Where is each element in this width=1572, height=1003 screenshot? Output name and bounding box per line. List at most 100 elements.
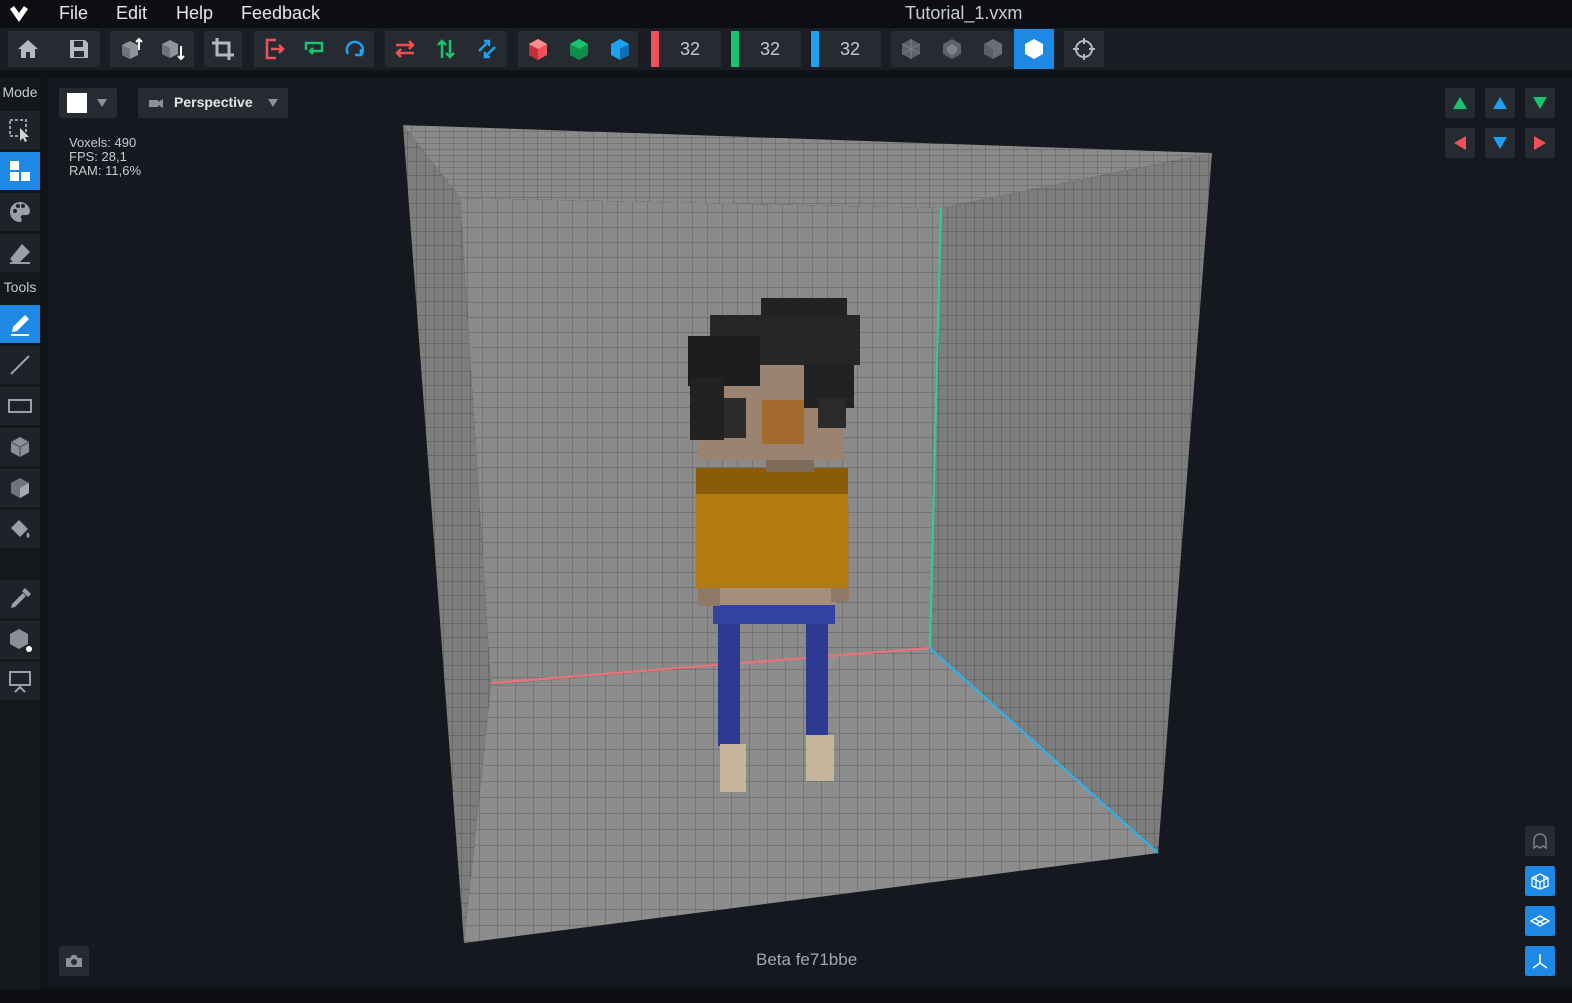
line-icon bbox=[10, 355, 30, 375]
presentation-tool-button[interactable] bbox=[0, 662, 40, 700]
voxel-scene bbox=[403, 125, 1212, 943]
flip-z-button[interactable] bbox=[469, 31, 505, 67]
hex-outline-icon bbox=[943, 39, 961, 59]
center-view-button[interactable] bbox=[1066, 31, 1102, 67]
rotate-left-button[interactable] bbox=[1445, 128, 1475, 158]
paint-mode-button[interactable] bbox=[0, 193, 40, 231]
rotate-up-green-button[interactable] bbox=[1445, 88, 1475, 118]
loop-green-icon bbox=[304, 41, 324, 55]
face-tool-button[interactable] bbox=[0, 469, 40, 507]
fps-readout: FPS: 28,1 bbox=[69, 149, 127, 164]
box-tool-button[interactable] bbox=[0, 428, 40, 466]
3d-viewport[interactable]: Perspective Voxels: 490 FPS: 28,1 RAM: 1… bbox=[48, 78, 1572, 988]
mirror-x-button[interactable] bbox=[256, 31, 292, 67]
voxel-blocks-icon bbox=[10, 161, 30, 181]
select-mode-button[interactable] bbox=[0, 111, 40, 149]
loop-button[interactable] bbox=[296, 31, 332, 67]
rotate-down-blue-button[interactable] bbox=[1485, 128, 1515, 158]
floor-toggle-button[interactable] bbox=[1525, 906, 1555, 936]
view-x-button[interactable] bbox=[520, 31, 556, 67]
save-button[interactable] bbox=[61, 31, 97, 67]
axes-toggle-button[interactable] bbox=[1525, 946, 1555, 976]
cube-green-icon bbox=[570, 39, 588, 60]
rotate-up-blue-button[interactable] bbox=[1485, 88, 1515, 118]
flat-mode-button[interactable] bbox=[975, 31, 1011, 67]
fill-tool-button[interactable] bbox=[0, 510, 40, 548]
line-tool-button[interactable] bbox=[0, 346, 40, 384]
import-button[interactable] bbox=[113, 31, 149, 67]
triangle-up-green-icon bbox=[1453, 97, 1467, 109]
crop-button[interactable] bbox=[205, 31, 241, 67]
camera-icon bbox=[66, 955, 82, 967]
menu-help[interactable]: Help bbox=[176, 3, 213, 24]
dimension-y-value: 32 bbox=[759, 39, 781, 59]
chevron-down-icon bbox=[268, 99, 278, 107]
cube-blue-icon bbox=[611, 39, 629, 60]
face-extrude-icon bbox=[11, 478, 29, 498]
toolbar: 32 32 32 bbox=[0, 28, 1572, 70]
erase-mode-button[interactable] bbox=[0, 234, 40, 272]
swap-diagonal-icon bbox=[478, 39, 496, 59]
x-axis-marker bbox=[651, 31, 659, 67]
cube-dot-icon bbox=[10, 629, 32, 652]
menu-feedback[interactable]: Feedback bbox=[241, 3, 320, 24]
home-button[interactable] bbox=[10, 31, 46, 67]
crop-icon bbox=[212, 38, 234, 60]
triangle-left-red-icon bbox=[1454, 136, 1466, 150]
swap-horizontal-icon bbox=[395, 40, 415, 58]
mode-label: Mode bbox=[2, 84, 38, 100]
solid-mode-button[interactable] bbox=[1014, 29, 1054, 69]
eyedropper-tool-button[interactable] bbox=[0, 580, 40, 618]
outline-mode-button[interactable] bbox=[934, 31, 970, 67]
ghost-toggle-button[interactable] bbox=[1525, 826, 1555, 856]
cube-import-icon bbox=[122, 37, 143, 59]
stats-overlay: Voxels: 490 FPS: 28,1 RAM: 11,6% bbox=[69, 136, 141, 178]
export-button[interactable] bbox=[154, 31, 190, 67]
wireframe-mode-button[interactable] bbox=[893, 31, 929, 67]
pencil-tool-button[interactable] bbox=[0, 305, 40, 343]
grid-toggle-button[interactable] bbox=[1525, 866, 1555, 896]
dimension-x-value: 32 bbox=[679, 39, 701, 59]
rotate-down-green-button[interactable] bbox=[1525, 88, 1555, 118]
file-title: Tutorial_1.vxm bbox=[905, 3, 1023, 23]
view-z-button[interactable] bbox=[602, 31, 638, 67]
paint-bucket-icon bbox=[11, 520, 30, 538]
voxel-mode-button[interactable] bbox=[0, 152, 40, 190]
y-axis-marker bbox=[731, 31, 739, 67]
swap-vertical-icon bbox=[437, 39, 455, 59]
z-axis-marker bbox=[811, 31, 819, 67]
rotate-button[interactable] bbox=[337, 31, 373, 67]
box-icon bbox=[10, 437, 30, 457]
triangle-up-blue-icon bbox=[1493, 97, 1507, 109]
menu-file[interactable]: File bbox=[59, 3, 88, 24]
dimension-z[interactable]: 32 bbox=[811, 31, 881, 67]
dimension-x[interactable]: 32 bbox=[651, 31, 721, 67]
rotate-blue-icon bbox=[345, 40, 365, 57]
axes-icon bbox=[1532, 954, 1548, 969]
flip-y-button[interactable] bbox=[428, 31, 464, 67]
cube-red-icon bbox=[529, 39, 547, 60]
screenshot-button[interactable] bbox=[59, 946, 89, 976]
rotate-right-button[interactable] bbox=[1525, 128, 1555, 158]
menu-bar: File Edit Help Feedback Tutorial_1.vxm bbox=[0, 0, 1572, 28]
flip-x-button[interactable] bbox=[387, 31, 423, 67]
rectangle-icon bbox=[8, 399, 32, 413]
voxel-count: Voxels: 490 bbox=[69, 135, 137, 150]
rectangle-tool-button[interactable] bbox=[0, 387, 40, 425]
eraser-icon bbox=[10, 244, 30, 264]
tools-label: Tools bbox=[3, 279, 37, 295]
view-mode-dropdown[interactable]: Perspective bbox=[138, 88, 288, 118]
palette-icon bbox=[10, 201, 31, 222]
color-picker[interactable] bbox=[59, 88, 117, 118]
view-y-button[interactable] bbox=[561, 31, 597, 67]
app-logo-icon bbox=[10, 6, 28, 22]
menu-edit[interactable]: Edit bbox=[116, 3, 147, 24]
triangle-down-blue-icon bbox=[1493, 137, 1507, 149]
select-icon bbox=[9, 119, 29, 142]
voxel-select-tool-button[interactable] bbox=[0, 621, 40, 659]
floor-plane-icon bbox=[1530, 915, 1550, 927]
hex-grid-icon bbox=[901, 39, 921, 59]
hex-flat-icon bbox=[984, 39, 1002, 59]
cube-export-icon bbox=[162, 40, 185, 61]
dimension-y[interactable]: 32 bbox=[731, 31, 801, 67]
